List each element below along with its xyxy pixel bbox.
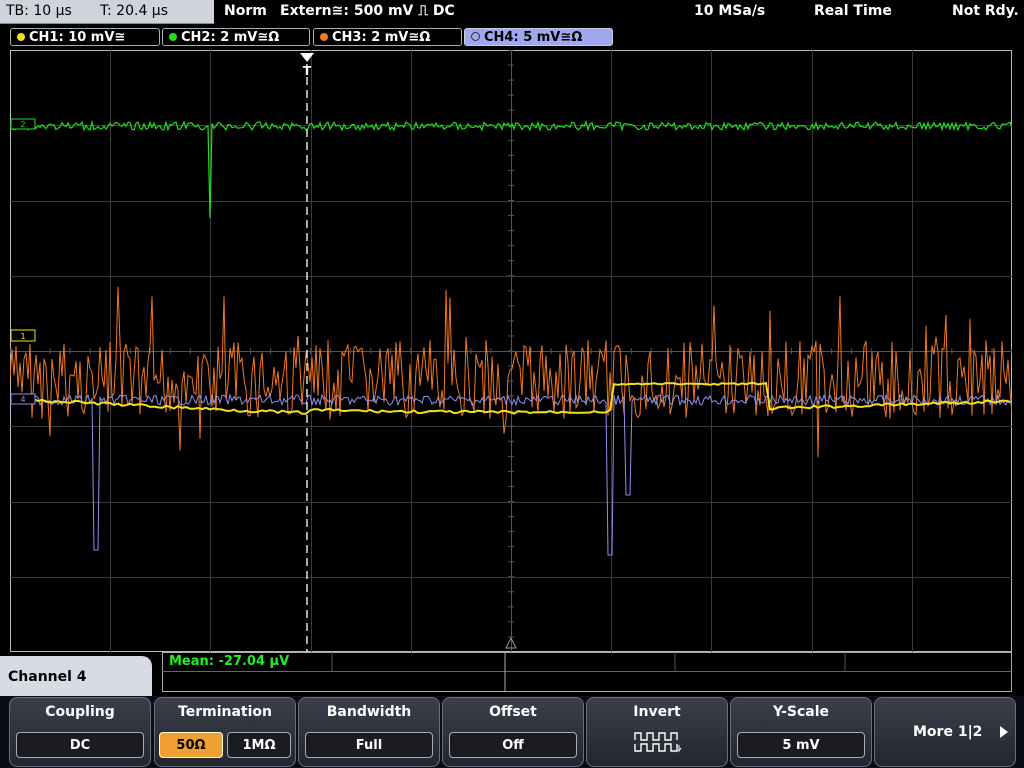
- offset-value[interactable]: Off: [449, 732, 577, 758]
- invert-title: Invert: [633, 704, 681, 720]
- channel-tab-ch3[interactable]: CH3: 2 mV≅Ω: [313, 28, 462, 46]
- bandwidth-title: Bandwidth: [326, 704, 412, 720]
- more-button[interactable]: More 1|2: [874, 697, 1016, 767]
- yscale-button[interactable]: Y-Scale 5 mV: [730, 697, 872, 767]
- ch1-color-dot: [17, 33, 25, 41]
- offset-title: Offset: [489, 704, 537, 720]
- ch1-label: CH1: 10 mV≅: [29, 30, 126, 45]
- arrow-right-icon: [1000, 726, 1008, 738]
- termination-50ohm-option[interactable]: 50Ω: [159, 732, 223, 758]
- ch3-label: CH3: 2 mV≅Ω: [332, 30, 431, 45]
- invert-waveform-icon: [634, 732, 682, 753]
- coupling-title: Coupling: [45, 704, 115, 720]
- ch2-marker-text: 2: [20, 120, 25, 129]
- ch4-label: CH4: 5 mV≅Ω: [484, 30, 583, 45]
- menu-title-tab: Channel 4: [0, 656, 152, 696]
- invert-button[interactable]: Invert: [586, 697, 728, 767]
- offset-button[interactable]: Offset Off: [442, 697, 584, 767]
- menu-title: Channel 4: [8, 669, 87, 685]
- bandwidth-value[interactable]: Full: [305, 732, 433, 758]
- ch2-level-marker[interactable]: 2: [10, 118, 36, 130]
- coupling-button[interactable]: Coupling DC: [9, 697, 151, 767]
- ch3-color-dot: [320, 33, 328, 41]
- trigger-time-label: T: 20.4 µs: [100, 3, 169, 19]
- ch4-level-marker[interactable]: 4: [10, 393, 36, 405]
- trigger-marker-label: T: [303, 64, 312, 78]
- more-label: More 1|2: [913, 724, 983, 740]
- waveform-display[interactable]: T 2 1 4: [10, 50, 1012, 652]
- sample-rate: 10 MSa/s: [694, 3, 766, 19]
- ch4-color-dot: [471, 32, 480, 41]
- trigger-mode[interactable]: Norm: [224, 3, 267, 19]
- yscale-value[interactable]: 5 mV: [737, 732, 865, 758]
- ch2-color-dot: [169, 33, 177, 41]
- ch4-marker-text: 4: [20, 395, 25, 404]
- channel-tab-ch4[interactable]: CH4: 5 mV≅Ω: [464, 28, 613, 46]
- channel-tab-ch1[interactable]: CH1: 10 mV≅: [10, 28, 160, 46]
- timebase-box[interactable]: TB: 10 µs T: 20.4 µs: [0, 0, 214, 24]
- termination-title: Termination: [178, 704, 272, 720]
- channel-tab-ch2[interactable]: CH2: 2 mV≅Ω: [162, 28, 310, 46]
- measurement-mean: Mean: -27.04 µV: [169, 654, 290, 669]
- termination-button[interactable]: Termination 50Ω 1MΩ: [154, 697, 296, 767]
- termination-1mohm-option[interactable]: 1MΩ: [227, 732, 291, 758]
- trigger-source[interactable]: Extern≅: 500 mV ⎍ DC: [280, 3, 455, 19]
- measurement-panel: [162, 652, 1012, 692]
- acquisition-mode: Real Time: [814, 3, 892, 19]
- yscale-title: Y-Scale: [772, 704, 829, 720]
- timebase-label: TB: 10 µs: [6, 3, 72, 19]
- ch2-label: CH2: 2 mV≅Ω: [181, 30, 280, 45]
- bandwidth-button[interactable]: Bandwidth Full: [298, 697, 440, 767]
- ch1-level-marker[interactable]: 1: [10, 329, 36, 342]
- ch1-marker-text: 1: [20, 332, 25, 341]
- coupling-value[interactable]: DC: [16, 732, 144, 758]
- acquisition-state: Not Rdy.: [952, 3, 1019, 19]
